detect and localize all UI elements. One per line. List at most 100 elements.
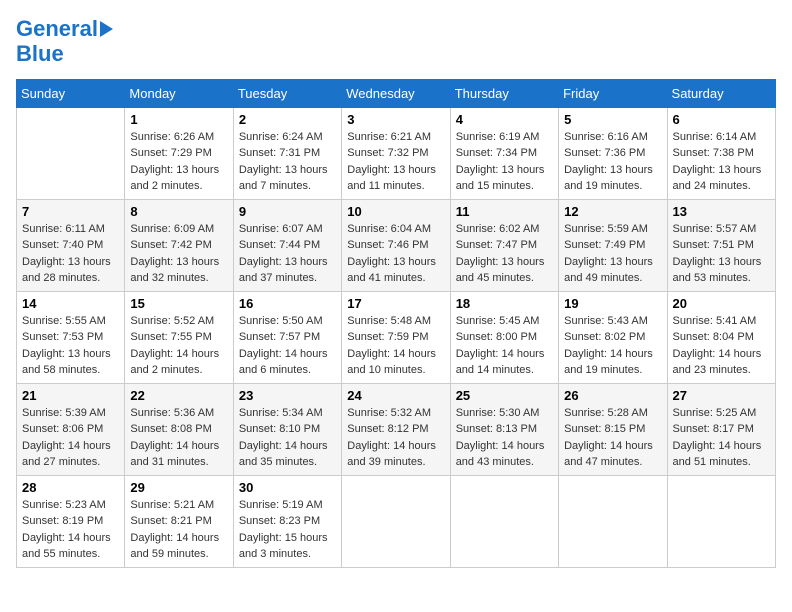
day-info: Sunrise: 5:21 AMSunset: 8:21 PMDaylight:… <box>130 497 227 563</box>
calendar-cell <box>559 475 667 567</box>
day-number: 12 <box>564 204 661 219</box>
calendar-cell <box>342 475 450 567</box>
day-info: Sunrise: 5:36 AMSunset: 8:08 PMDaylight:… <box>130 405 227 471</box>
day-number: 17 <box>347 296 444 311</box>
calendar-cell: 12 Sunrise: 5:59 AMSunset: 7:49 PMDayligh… <box>559 199 667 291</box>
calendar-cell: 17 Sunrise: 5:48 AMSunset: 7:59 PMDayligh… <box>342 291 450 383</box>
calendar-cell: 29Sunrise: 5:21 AMSunset: 8:21 PMDayligh… <box>125 475 233 567</box>
weekday-header-row: SundayMondayTuesdayWednesdayThursdayFrid… <box>17 79 776 107</box>
day-number: 15 <box>130 296 227 311</box>
calendar-cell: 27Sunrise: 5:25 AMSunset: 8:17 PMDayligh… <box>667 383 775 475</box>
weekday-header-tuesday: Tuesday <box>233 79 341 107</box>
day-number: 18 <box>456 296 553 311</box>
calendar-cell: 11Sunrise: 6:02 AMSunset: 7:47 PMDayligh… <box>450 199 558 291</box>
day-info: Sunrise: 5:30 AMSunset: 8:13 PMDaylight:… <box>456 405 553 471</box>
day-info: Sunrise: 5:19 AMSunset: 8:23 PMDaylight:… <box>239 497 336 563</box>
day-number: 14 <box>22 296 119 311</box>
calendar-cell: 4 Sunrise: 6:19 AMSunset: 7:34 PMDaylight… <box>450 107 558 199</box>
day-info: Sunrise: 5:57 AMSunset: 7:51 PMDaylight:… <box>673 221 770 287</box>
day-number: 9 <box>239 204 336 219</box>
calendar-cell: 15 Sunrise: 5:52 AMSunset: 7:55 PMDayligh… <box>125 291 233 383</box>
calendar-cell: 19Sunrise: 5:43 AMSunset: 8:02 PMDayligh… <box>559 291 667 383</box>
day-number: 4 <box>456 112 553 127</box>
day-number: 23 <box>239 388 336 403</box>
day-info: Sunrise: 5:41 AMSunset: 8:04 PMDaylight:… <box>673 313 770 379</box>
calendar-cell: 28 Sunrise: 5:23 AMSunset: 8:19 PMDayligh… <box>17 475 125 567</box>
calendar-cell: 16 Sunrise: 5:50 AMSunset: 7:57 PMDayligh… <box>233 291 341 383</box>
day-number: 30 <box>239 480 336 495</box>
calendar-cell: 22 Sunrise: 5:36 AMSunset: 8:08 PMDayligh… <box>125 383 233 475</box>
calendar-table: SundayMondayTuesdayWednesdayThursdayFrid… <box>16 79 776 568</box>
day-info: Sunrise: 6:19 AMSunset: 7:34 PMDaylight:… <box>456 129 553 195</box>
day-number: 11 <box>456 204 553 219</box>
logo-general: General <box>16 16 98 41</box>
day-info: Sunrise: 5:52 AMSunset: 7:55 PMDaylight:… <box>130 313 227 379</box>
day-number: 1 <box>130 112 227 127</box>
day-number: 3 <box>347 112 444 127</box>
day-info: Sunrise: 5:48 AMSunset: 7:59 PMDaylight:… <box>347 313 444 379</box>
calendar-cell: 7Sunrise: 6:11 AMSunset: 7:40 PMDaylight… <box>17 199 125 291</box>
day-number: 21 <box>22 388 119 403</box>
calendar-week-3: 14 Sunrise: 5:55 AMSunset: 7:53 PMDayligh… <box>17 291 776 383</box>
weekday-header-friday: Friday <box>559 79 667 107</box>
day-info: Sunrise: 6:14 AMSunset: 7:38 PMDaylight:… <box>673 129 770 195</box>
calendar-week-5: 28 Sunrise: 5:23 AMSunset: 8:19 PMDayligh… <box>17 475 776 567</box>
day-info: Sunrise: 5:43 AMSunset: 8:02 PMDaylight:… <box>564 313 661 379</box>
day-info: Sunrise: 5:25 AMSunset: 8:17 PMDaylight:… <box>673 405 770 471</box>
calendar-cell: 20 Sunrise: 5:41 AMSunset: 8:04 PMDayligh… <box>667 291 775 383</box>
calendar-cell: 3 Sunrise: 6:21 AMSunset: 7:32 PMDaylight… <box>342 107 450 199</box>
day-number: 24 <box>347 388 444 403</box>
day-number: 6 <box>673 112 770 127</box>
day-number: 28 <box>22 480 119 495</box>
day-number: 22 <box>130 388 227 403</box>
day-info: Sunrise: 5:28 AMSunset: 8:15 PMDaylight:… <box>564 405 661 471</box>
day-info: Sunrise: 5:39 AMSunset: 8:06 PMDaylight:… <box>22 405 119 471</box>
calendar-cell <box>17 107 125 199</box>
day-info: Sunrise: 6:16 AMSunset: 7:36 PMDaylight:… <box>564 129 661 195</box>
calendar-week-2: 7Sunrise: 6:11 AMSunset: 7:40 PMDaylight… <box>17 199 776 291</box>
calendar-cell: 2Sunrise: 6:24 AMSunset: 7:31 PMDaylight… <box>233 107 341 199</box>
day-info: Sunrise: 5:59 AMSunset: 7:49 PMDaylight:… <box>564 221 661 287</box>
calendar-week-1: 1 Sunrise: 6:26 AMSunset: 7:29 PMDaylight… <box>17 107 776 199</box>
day-info: Sunrise: 6:24 AMSunset: 7:31 PMDaylight:… <box>239 129 336 195</box>
day-number: 26 <box>564 388 661 403</box>
calendar-cell: 21 Sunrise: 5:39 AMSunset: 8:06 PMDayligh… <box>17 383 125 475</box>
calendar-cell: 26 Sunrise: 5:28 AMSunset: 8:15 PMDayligh… <box>559 383 667 475</box>
calendar-cell: 25 Sunrise: 5:30 AMSunset: 8:13 PMDayligh… <box>450 383 558 475</box>
day-info: Sunrise: 6:09 AMSunset: 7:42 PMDaylight:… <box>130 221 227 287</box>
calendar-cell: 30 Sunrise: 5:19 AMSunset: 8:23 PMDayligh… <box>233 475 341 567</box>
day-number: 8 <box>130 204 227 219</box>
day-info: Sunrise: 6:04 AMSunset: 7:46 PMDaylight:… <box>347 221 444 287</box>
day-info: Sunrise: 6:26 AMSunset: 7:29 PMDaylight:… <box>130 129 227 195</box>
day-info: Sunrise: 6:07 AMSunset: 7:44 PMDaylight:… <box>239 221 336 287</box>
day-info: Sunrise: 5:55 AMSunset: 7:53 PMDaylight:… <box>22 313 119 379</box>
calendar-cell: 10Sunrise: 6:04 AMSunset: 7:46 PMDayligh… <box>342 199 450 291</box>
logo-blue: Blue <box>16 41 113 66</box>
calendar-cell: 13 Sunrise: 5:57 AMSunset: 7:51 PMDayligh… <box>667 199 775 291</box>
day-info: Sunrise: 6:21 AMSunset: 7:32 PMDaylight:… <box>347 129 444 195</box>
day-number: 13 <box>673 204 770 219</box>
calendar-cell <box>450 475 558 567</box>
calendar-cell: 6 Sunrise: 6:14 AMSunset: 7:38 PMDaylight… <box>667 107 775 199</box>
calendar-week-4: 21 Sunrise: 5:39 AMSunset: 8:06 PMDayligh… <box>17 383 776 475</box>
day-number: 25 <box>456 388 553 403</box>
weekday-header-monday: Monday <box>125 79 233 107</box>
day-number: 16 <box>239 296 336 311</box>
day-info: Sunrise: 5:32 AMSunset: 8:12 PMDaylight:… <box>347 405 444 471</box>
calendar-cell: 18 Sunrise: 5:45 AMSunset: 8:00 PMDayligh… <box>450 291 558 383</box>
weekday-header-saturday: Saturday <box>667 79 775 107</box>
calendar-cell: 1 Sunrise: 6:26 AMSunset: 7:29 PMDaylight… <box>125 107 233 199</box>
calendar-cell: 23Sunrise: 5:34 AMSunset: 8:10 PMDayligh… <box>233 383 341 475</box>
day-info: Sunrise: 5:23 AMSunset: 8:19 PMDaylight:… <box>22 497 119 563</box>
day-info: Sunrise: 5:45 AMSunset: 8:00 PMDaylight:… <box>456 313 553 379</box>
day-number: 20 <box>673 296 770 311</box>
day-number: 5 <box>564 112 661 127</box>
logo-arrow-icon <box>100 21 113 37</box>
page-header: General Blue <box>16 16 776 67</box>
day-info: Sunrise: 5:50 AMSunset: 7:57 PMDaylight:… <box>239 313 336 379</box>
calendar-cell: 14 Sunrise: 5:55 AMSunset: 7:53 PMDayligh… <box>17 291 125 383</box>
calendar-cell: 5 Sunrise: 6:16 AMSunset: 7:36 PMDaylight… <box>559 107 667 199</box>
calendar-cell: 8 Sunrise: 6:09 AMSunset: 7:42 PMDaylight… <box>125 199 233 291</box>
weekday-header-sunday: Sunday <box>17 79 125 107</box>
day-number: 7 <box>22 204 119 219</box>
